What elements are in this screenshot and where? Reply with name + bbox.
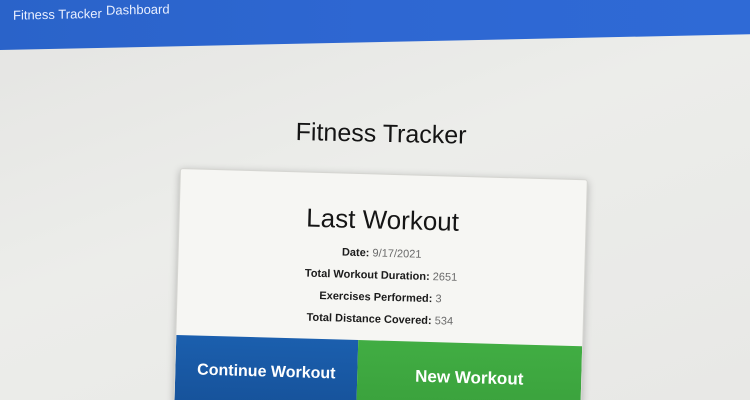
stat-duration-label: Total Workout Duration	[304, 267, 427, 283]
stat-duration: Total Workout Duration: 2651	[304, 267, 458, 284]
stat-exercises-label: Exercises Performed	[319, 289, 429, 305]
stat-exercises-value: 3	[435, 293, 442, 306]
stat-distance-value: 534	[434, 315, 454, 328]
stat-date: Date: 9/17/2021	[341, 246, 422, 261]
navbar: Fitness Tracker Dashboard	[0, 0, 750, 50]
stat-exercises: Exercises Performed: 3	[319, 289, 442, 306]
stat-distance: Total Distance Covered: 534	[306, 311, 454, 328]
page-title: Fitness Tracker	[295, 118, 467, 150]
nav-brand-link[interactable]: Fitness Tracker	[13, 6, 102, 23]
stat-date-value: 9/17/2021	[372, 247, 422, 261]
stat-duration-value: 2651	[432, 271, 458, 284]
stat-distance-label: Total Distance Covered	[306, 311, 429, 327]
new-workout-button[interactable]: New Workout	[356, 340, 583, 400]
last-workout-card: Last Workout Date: 9/17/2021 Total Worko…	[173, 168, 588, 400]
card-title: Last Workout	[305, 202, 460, 237]
nav-link-dashboard[interactable]: Dashboard	[106, 1, 170, 17]
continue-workout-button[interactable]: Continue Workout	[174, 334, 359, 400]
stat-date-label: Date	[341, 246, 366, 260]
